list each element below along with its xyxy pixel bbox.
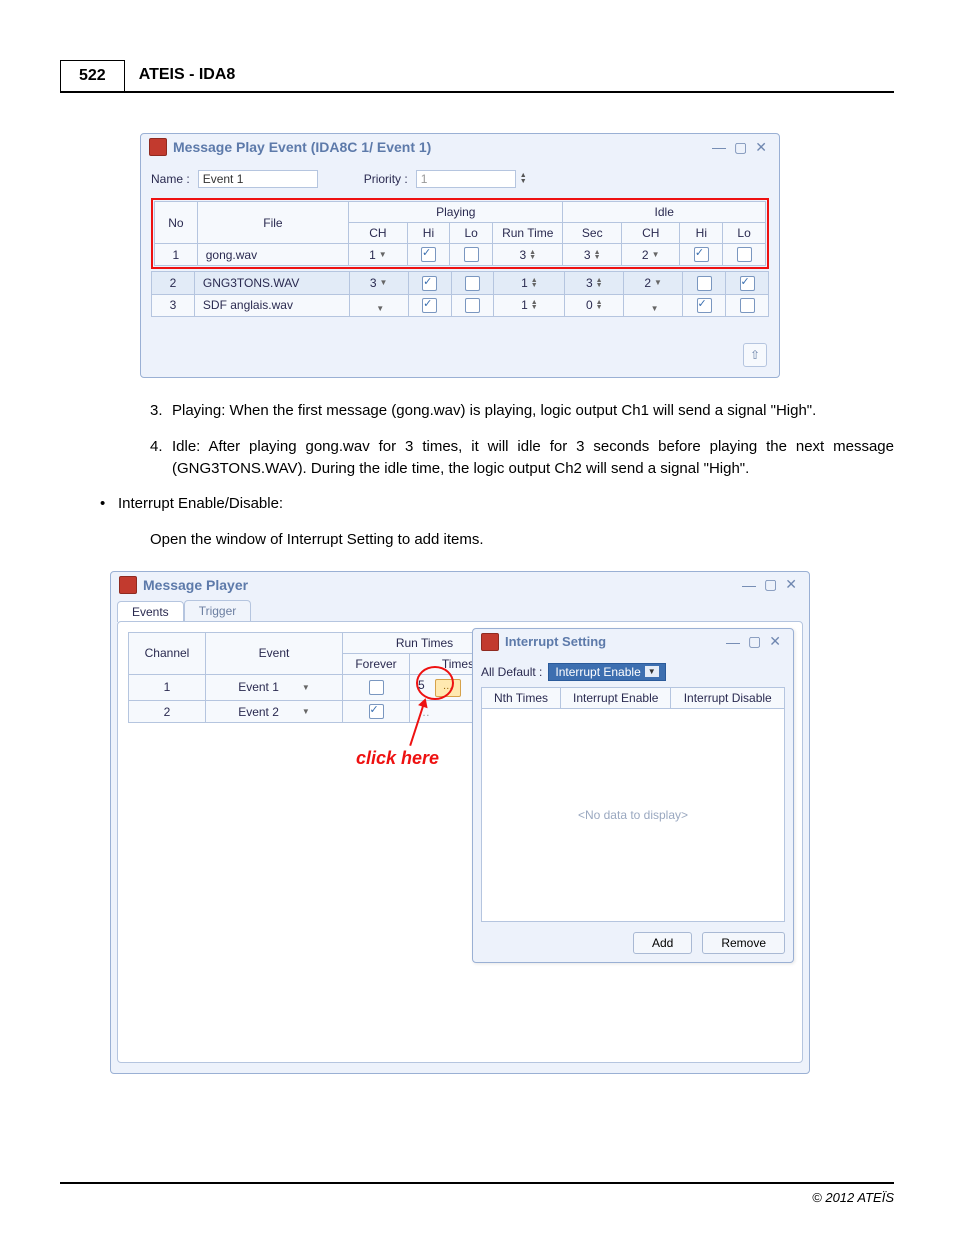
table-row[interactable]: 1 gong.wav 1▼ 3▲▼ 3▲▼ 2▼ xyxy=(155,244,766,266)
chevron-down-icon: ▼ xyxy=(376,304,384,313)
checkbox-icon xyxy=(465,276,480,291)
checkbox-icon xyxy=(422,276,437,291)
col-no: No xyxy=(155,202,198,244)
app-icon xyxy=(481,633,499,651)
page-number: 522 xyxy=(60,60,125,91)
priority-input[interactable]: ▲▼ xyxy=(416,170,527,188)
add-button[interactable]: Add xyxy=(633,932,692,954)
col-channel: Channel xyxy=(129,632,206,674)
table-row[interactable]: 2 Event 2▼ … xyxy=(129,700,507,722)
maximize-icon[interactable]: ▢ xyxy=(744,633,765,650)
checkbox-icon xyxy=(740,298,755,313)
window-titlebar: Message Play Event (IDA8C 1/ Event 1) — … xyxy=(141,134,779,160)
list-item: 4. Idle: After playing gong.wav for 3 ti… xyxy=(150,436,894,480)
col-int-disable: Interrupt Disable xyxy=(671,687,785,708)
col-p-lo: Lo xyxy=(450,223,493,244)
col-file: File xyxy=(197,202,348,244)
minimize-icon[interactable]: — xyxy=(722,634,744,650)
checkbox-icon xyxy=(465,298,480,313)
all-default-label: All Default : xyxy=(481,665,542,679)
col-i-lo: Lo xyxy=(723,223,766,244)
col-i-ch: CH xyxy=(622,223,680,244)
minimize-icon[interactable]: — xyxy=(708,139,730,155)
window-title: Interrupt Setting xyxy=(505,634,722,649)
events-table: Channel Event Run Times Forever Times 1 … xyxy=(128,632,507,723)
name-label: Name : xyxy=(151,172,190,186)
checkbox-icon xyxy=(694,247,709,262)
bullet-icon: • xyxy=(100,493,118,515)
maximize-icon[interactable]: ▢ xyxy=(760,576,781,593)
col-i-hi: Hi xyxy=(680,223,723,244)
col-sec: Sec xyxy=(563,223,622,244)
col-idle: Idle xyxy=(563,202,766,223)
tab-trigger[interactable]: Trigger xyxy=(184,600,252,621)
col-int-enable: Interrupt Enable xyxy=(561,687,671,708)
interrupt-table: Nth Times Interrupt Enable Interrupt Dis… xyxy=(481,687,785,922)
name-input[interactable] xyxy=(198,170,318,188)
minimize-icon[interactable]: — xyxy=(738,577,760,593)
chevron-down-icon: ▼ xyxy=(654,278,662,287)
col-p-ch: CH xyxy=(349,223,407,244)
checkbox-icon xyxy=(369,680,384,695)
ellipsis-button[interactable]: … xyxy=(435,679,461,697)
app-icon xyxy=(149,138,167,156)
message-play-event-window: Message Play Event (IDA8C 1/ Event 1) — … xyxy=(140,133,780,378)
table-row[interactable]: 1 Event 1▼ 5 … xyxy=(129,674,507,700)
events-panel: Channel Event Run Times Forever Times 1 … xyxy=(117,621,803,1063)
col-runtime: Run Time xyxy=(493,223,563,244)
message-table: No File Playing Idle CH Hi Lo Run Time S… xyxy=(154,201,766,266)
col-forever: Forever xyxy=(343,653,410,674)
checkbox-icon xyxy=(697,298,712,313)
interrupt-setting-window: Interrupt Setting — ▢ ✕ All Default : In… xyxy=(472,628,794,963)
chevron-down-icon: ▼ xyxy=(652,250,660,259)
priority-label: Priority : xyxy=(364,172,408,186)
col-p-hi: Hi xyxy=(407,223,450,244)
table-row[interactable]: 2 GNG3TONS.WAV 3▼ 1▲▼ 3▲▼ 2▼ xyxy=(152,272,769,294)
chevron-down-icon: ▼ xyxy=(302,683,310,692)
close-icon[interactable]: ✕ xyxy=(765,633,785,650)
highlighted-table-frame: No File Playing Idle CH Hi Lo Run Time S… xyxy=(151,198,769,269)
window-title: Message Player xyxy=(143,577,738,593)
checkbox-icon xyxy=(464,247,479,262)
doc-title: ATEIS - IDA8 xyxy=(125,60,250,91)
checkbox-icon xyxy=(421,247,436,262)
copyright: © 2012 ATEÏS xyxy=(812,1190,894,1205)
checkbox-icon xyxy=(422,298,437,313)
checkbox-icon xyxy=(737,247,752,262)
close-icon[interactable]: ✕ xyxy=(751,139,771,156)
remove-button[interactable]: Remove xyxy=(702,932,785,954)
chevron-down-icon: ▼ xyxy=(379,250,387,259)
message-table-cont: 2 GNG3TONS.WAV 3▼ 1▲▼ 3▲▼ 2▼ 3 SDF angla… xyxy=(151,271,769,317)
table-row[interactable]: 3 SDF anglais.wav ▼ 1▲▼ 0▲▼ ▼ xyxy=(152,294,769,317)
body-text: Open the window of Interrupt Setting to … xyxy=(150,529,894,551)
page-footer: © 2012 ATEÏS xyxy=(60,1182,894,1205)
empty-placeholder: <No data to display> xyxy=(482,708,785,921)
close-icon[interactable]: ✕ xyxy=(781,576,801,593)
window-title: Message Play Event (IDA8C 1/ Event 1) xyxy=(173,139,708,155)
checkbox-icon xyxy=(740,276,755,291)
spin-down-icon[interactable]: ▼ xyxy=(520,179,527,185)
maximize-icon[interactable]: ▢ xyxy=(730,139,751,156)
tab-events[interactable]: Events xyxy=(117,601,184,622)
message-player-window: Message Player — ▢ ✕ Events Trigger Chan… xyxy=(110,571,810,1074)
app-icon xyxy=(119,576,137,594)
chevron-down-icon: ▼ xyxy=(380,278,388,287)
chevron-down-icon: ▼ xyxy=(651,304,659,313)
checkbox-icon xyxy=(369,704,384,719)
all-default-combo[interactable]: Interrupt Enable ▼ xyxy=(548,663,665,681)
checkbox-icon xyxy=(697,276,712,291)
chevron-down-icon: ▼ xyxy=(645,666,659,677)
scroll-up-button[interactable]: ⇧ xyxy=(743,343,767,367)
page-header: 522 ATEIS - IDA8 xyxy=(60,60,894,93)
chevron-down-icon: ▼ xyxy=(302,707,310,716)
annotation-label: click here xyxy=(356,748,439,769)
col-nth: Nth Times xyxy=(482,687,561,708)
bullet-item: • Interrupt Enable/Disable: xyxy=(100,493,894,515)
col-playing: Playing xyxy=(349,202,563,223)
window-titlebar: Message Player — ▢ ✕ xyxy=(111,572,809,598)
list-item: 3. Playing: When the first message (gong… xyxy=(150,400,894,422)
col-event: Event xyxy=(206,632,343,674)
